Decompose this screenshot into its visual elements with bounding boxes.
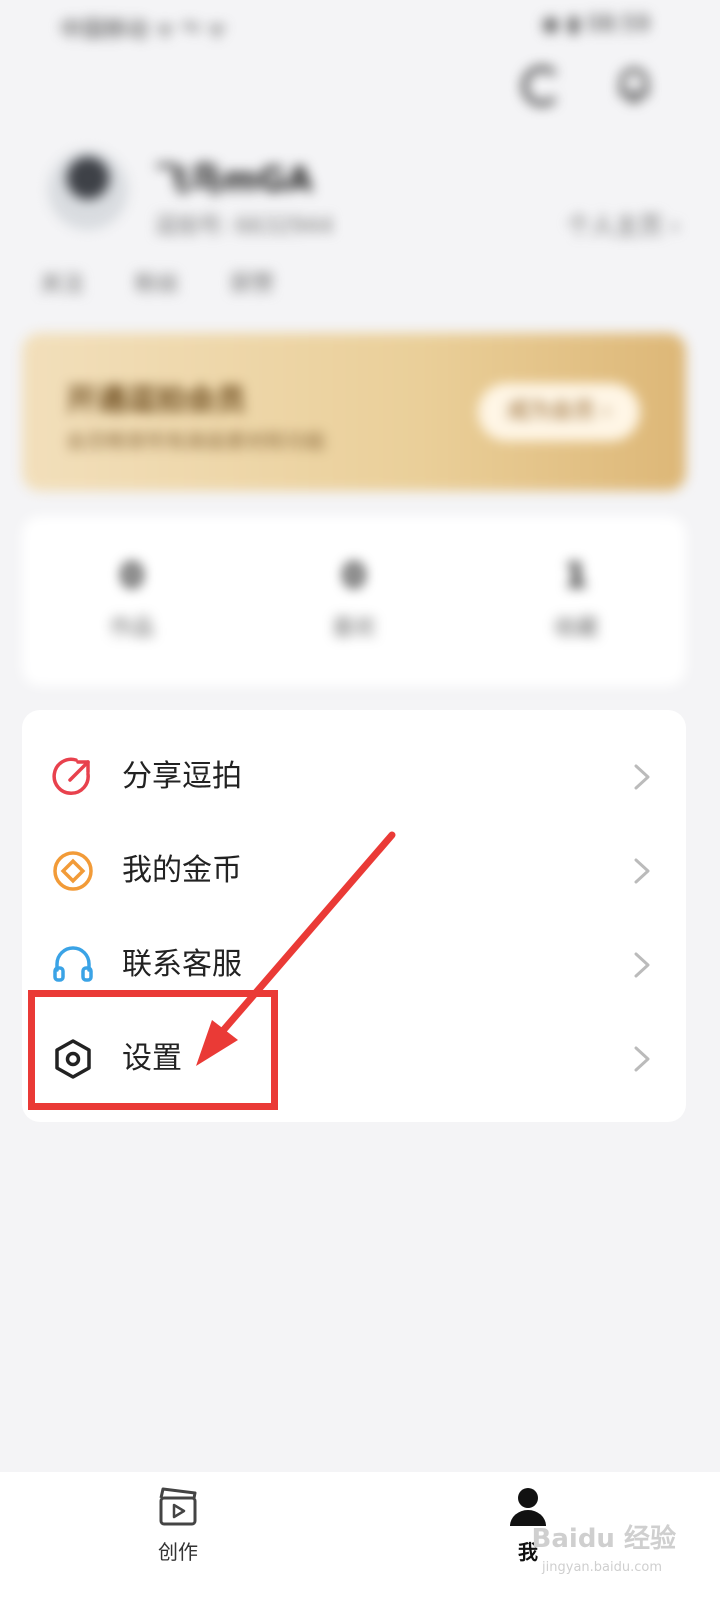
stat-label: 收藏 [553,616,598,641]
tab-create[interactable]: 创作 [118,1484,238,1565]
bell-icon[interactable] [614,64,654,104]
carrier-signal: 中国移动 ᯤ ⁴ᵍ ᯤ [60,18,227,43]
chevron-right-icon [624,948,658,982]
stat-value: 1 [564,556,588,596]
menu-item-coins[interactable]: 我的金币 [22,824,686,918]
stat-likes[interactable]: 0 喜欢 [284,556,424,642]
tag-likes[interactable]: 获赞 [230,272,274,297]
nav-label: 创作 [158,1540,198,1564]
homepage-link[interactable]: 个人主页 › [567,206,680,241]
headset-icon [50,942,96,988]
menu-item-share[interactable]: 分享逗拍 [22,730,686,824]
user-id: 逗拍号: 6632944 [155,214,334,239]
tag-follow[interactable]: 关注 [40,272,84,297]
refresh-icon[interactable] [522,66,562,106]
clapperboard-icon [118,1484,238,1532]
chevron-right-icon [624,760,658,794]
status-bar: 中国移动 ᯤ ⁴ᵍ ᯤ ◉ ▮ 08:59 [60,12,650,43]
become-member-button[interactable]: 成为会员 › [478,383,640,441]
coin-icon [50,848,96,894]
vip-title: 开通逗拍会员 [66,383,246,418]
chevron-right-icon [624,854,658,888]
stat-value: 0 [342,556,366,596]
stat-label: 作品 [109,616,154,641]
stat-works[interactable]: 0 作品 [62,556,202,642]
menu-label: 联系客服 [122,947,242,982]
stat-value: 0 [120,556,144,596]
profile-tags: 关注 粉丝 获赞 [40,266,318,298]
stats-card: 0 作品 0 喜欢 1 收藏 [22,516,686,686]
stat-label: 喜欢 [331,616,376,641]
chevron-right-icon [624,1042,658,1076]
avatar[interactable] [48,150,128,230]
menu-label: 我的金币 [122,853,242,888]
menu-label: 分享逗拍 [122,759,242,794]
stat-favorites[interactable]: 1 收藏 [506,556,646,642]
battery-time: ◉ ▮ 08:59 [541,12,650,37]
share-icon [50,754,96,800]
username: 飞鸟mGA [155,160,313,200]
baidu-watermark-url: jingyan.baidu.com [542,1560,662,1575]
vip-subtitle: 会员畅享所有高级素材和功能 [66,429,326,453]
tag-fans[interactable]: 粉丝 [135,272,179,297]
annotation-highlight-box [28,990,278,1110]
vip-banner[interactable]: 开通逗拍会员 会员畅享所有高级素材和功能 成为会员 › [22,333,686,491]
baidu-watermark: Baidu 经验 [531,1524,676,1554]
